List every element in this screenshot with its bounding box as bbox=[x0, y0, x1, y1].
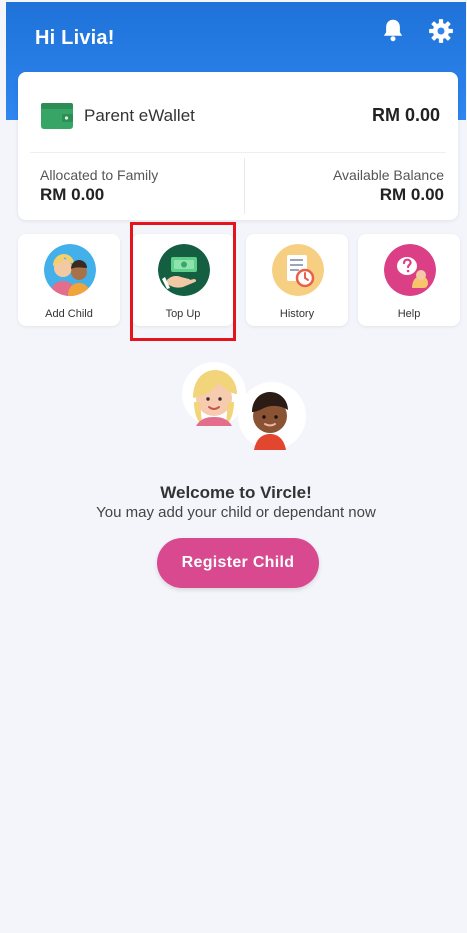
add-child-button[interactable]: Add Child bbox=[18, 234, 120, 326]
divider bbox=[244, 158, 245, 214]
welcome-title: Welcome to Vircle! bbox=[160, 483, 312, 502]
wallet-card[interactable]: Parent eWallet RM 0.00 Allocated to Fami… bbox=[18, 72, 458, 220]
divider bbox=[30, 152, 446, 153]
add-child-label: Add Child bbox=[45, 308, 93, 320]
available-value: RM 0.00 bbox=[379, 185, 444, 204]
bell-icon[interactable] bbox=[378, 16, 408, 46]
history-button[interactable]: History bbox=[246, 234, 348, 326]
available-label: Available Balance bbox=[332, 167, 444, 183]
gear-icon[interactable] bbox=[426, 16, 456, 46]
allocated-label: Allocated to Family bbox=[40, 167, 159, 183]
history-icon bbox=[272, 244, 324, 296]
help-icon bbox=[384, 244, 436, 296]
children-illustration bbox=[182, 362, 306, 450]
wallet-total: RM 0.00 bbox=[371, 105, 440, 125]
add-child-icon bbox=[44, 244, 96, 296]
wallet-icon bbox=[41, 103, 73, 129]
history-label: History bbox=[279, 308, 315, 320]
top-up-highlight-box bbox=[130, 222, 236, 341]
wallet-label: Parent eWallet bbox=[84, 106, 195, 125]
register-child-button[interactable]: Register Child bbox=[157, 538, 319, 588]
home-screen: Hi Livia! Parent eWallet RM 0.00 Allocat… bbox=[6, 2, 466, 933]
welcome-subtitle: You may add your child or dependant now bbox=[96, 504, 376, 521]
allocated-value: RM 0.00 bbox=[40, 185, 105, 204]
greeting-text: Hi Livia! bbox=[35, 27, 115, 49]
help-button[interactable]: Help bbox=[358, 234, 460, 326]
help-label: Help bbox=[397, 308, 421, 320]
